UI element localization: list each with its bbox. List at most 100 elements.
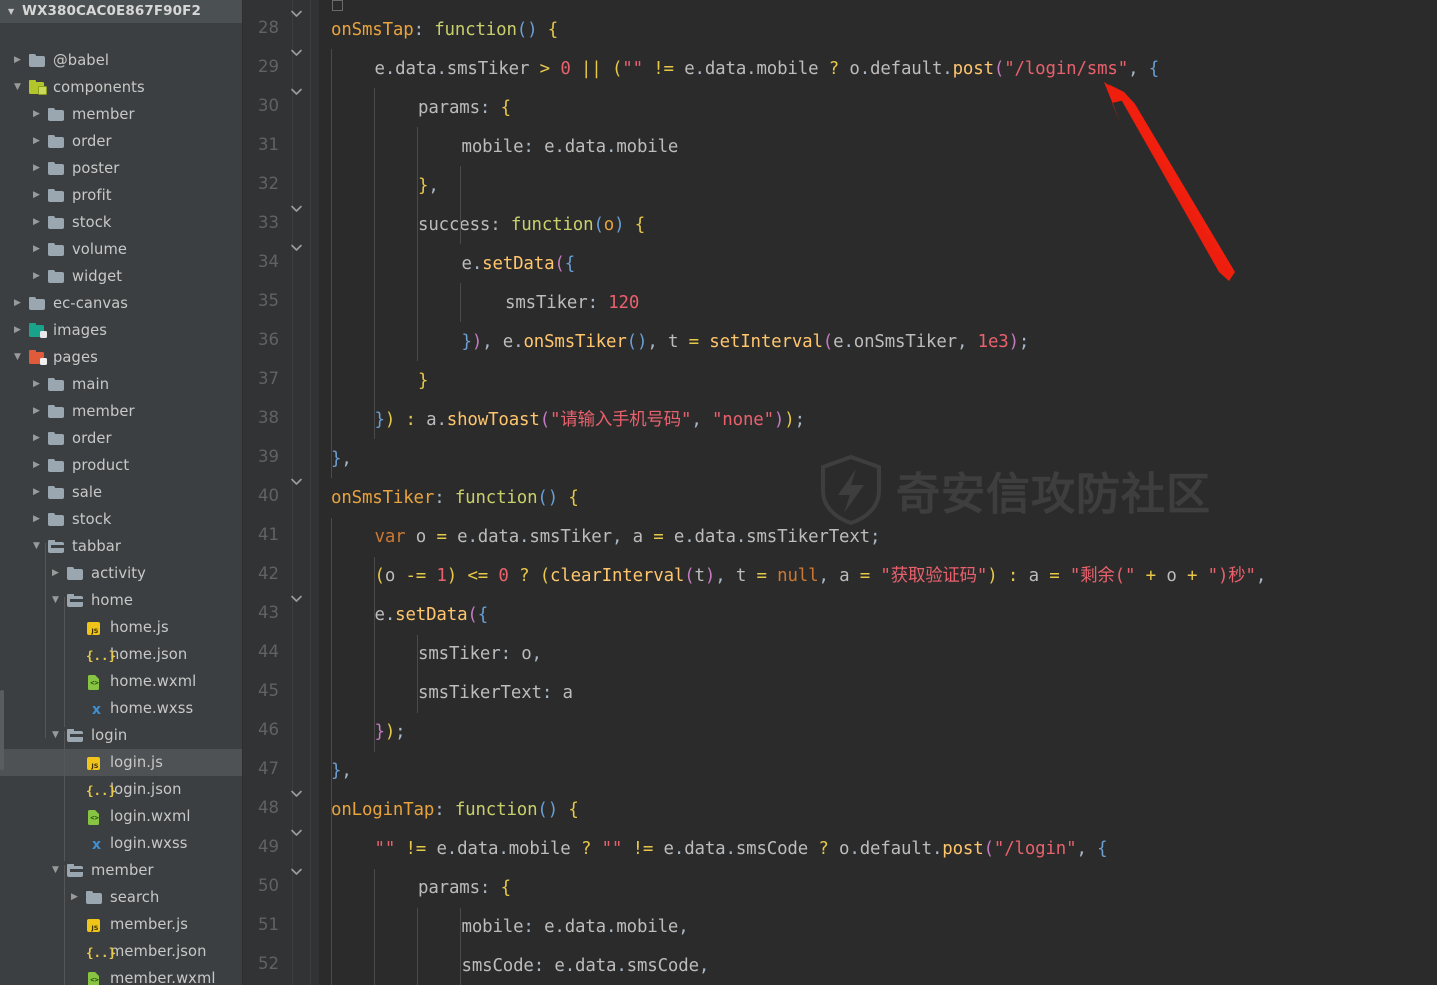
tree-item-volume[interactable]: ▶ volume: [0, 236, 243, 263]
code-line[interactable]: onLoginTap: function() {: [331, 791, 579, 830]
code-line[interactable]: },: [331, 752, 352, 791]
project-file-tree-panel[interactable]: ▼ WX380CAC0E867F90F2 ▶ @babel ▼ components ▶…: [0, 0, 243, 985]
tree-item-activity[interactable]: ▶ activity: [0, 560, 243, 587]
code-line[interactable]: var o = e.data.smsTiker, a = e.data.smsT…: [375, 518, 881, 557]
chevron-down-icon[interactable]: ▼: [49, 731, 62, 740]
chevron-right-icon[interactable]: ▶: [11, 299, 24, 308]
code-line[interactable]: smsTiker: o,: [418, 635, 542, 674]
chevron-right-icon[interactable]: ▶: [30, 461, 43, 470]
chevron-right-icon[interactable]: ▶: [30, 191, 43, 200]
tree-item-product[interactable]: ▶ product: [0, 452, 243, 479]
chevron-down-icon[interactable]: ▼: [49, 866, 62, 875]
project-root-header[interactable]: ▼ WX380CAC0E867F90F2: [0, 0, 243, 23]
tree-item-order[interactable]: ▶ order: [0, 425, 243, 452]
code-line[interactable]: },: [331, 440, 352, 479]
code-fold-toggle[interactable]: [289, 786, 305, 802]
tree-item-stock[interactable]: ▶ stock: [0, 209, 243, 236]
chevron-down-icon[interactable]: ▼: [49, 596, 62, 605]
chevron-down-icon[interactable]: ▼: [30, 542, 43, 551]
tree-item-pages[interactable]: ▼ pages: [0, 344, 243, 371]
tree-item-home-wxml[interactable]: ▶<>home.wxml: [0, 668, 243, 695]
tree-item-home-json[interactable]: ▶{..}home.json: [0, 641, 243, 668]
code-line[interactable]: params: {: [418, 89, 511, 128]
tree-item-login-wxss[interactable]: ▶xlogin.wxss: [0, 830, 243, 857]
chevron-right-icon[interactable]: ▶: [30, 488, 43, 497]
chevron-right-icon[interactable]: ▶: [30, 245, 43, 254]
code-fold-toggle[interactable]: [289, 864, 305, 880]
tree-item-components[interactable]: ▼ components: [0, 74, 243, 101]
code-line[interactable]: e.setData({: [462, 245, 576, 284]
tree-item-member-json[interactable]: ▶{..}member.json: [0, 938, 243, 965]
tree-item-home[interactable]: ▼ home: [0, 587, 243, 614]
chevron-right-icon[interactable]: ▶: [30, 110, 43, 119]
tree-item-login-js[interactable]: ▶JSlogin.js: [0, 749, 243, 776]
chevron-right-icon[interactable]: ▶: [11, 326, 24, 335]
code-line[interactable]: success: function(o) {: [418, 206, 645, 245]
tree-item-main[interactable]: ▶ main: [0, 371, 243, 398]
tree-item-member[interactable]: ▶ member: [0, 398, 243, 425]
code-fold-toggle[interactable]: [289, 6, 305, 22]
chevron-right-icon[interactable]: ▶: [30, 137, 43, 146]
tree-item-member-wxml[interactable]: ▶<>member.wxml: [0, 965, 243, 985]
chevron-down-icon[interactable]: ▼: [8, 0, 22, 23]
editor-gutter[interactable]: 28 29 30 31 32 33 34 35 36 37 38 39 40 41 42 43 44 45 46 47…: [243, 0, 319, 985]
code-line[interactable]: params: {: [418, 869, 511, 908]
chevron-right-icon[interactable]: ▶: [30, 272, 43, 281]
tree-item-home-wxss[interactable]: ▶xhome.wxss: [0, 695, 243, 722]
code-fold-toggle[interactable]: [289, 474, 305, 490]
tree-item-order[interactable]: ▶ order: [0, 128, 243, 155]
tree-item-sale[interactable]: ▶ sale: [0, 479, 243, 506]
tree-item-member-js[interactable]: ▶JSmember.js: [0, 911, 243, 938]
tree-item-login-wxml[interactable]: ▶<>login.wxml: [0, 803, 243, 830]
tree-item-search[interactable]: ▶ search: [0, 884, 243, 911]
code-fold-toggle[interactable]: [289, 240, 305, 256]
tree-item-profit[interactable]: ▶ profit: [0, 182, 243, 209]
chevron-down-icon[interactable]: ▼: [11, 83, 24, 92]
tree-item-stock[interactable]: ▶ stock: [0, 506, 243, 533]
code-line[interactable]: onSmsTiker: function() {: [331, 479, 579, 518]
code-fold-toggle[interactable]: [289, 201, 305, 217]
chevron-right-icon[interactable]: ▶: [68, 893, 81, 902]
code-line[interactable]: },: [418, 167, 439, 206]
chevron-right-icon[interactable]: ▶: [30, 164, 43, 173]
tree-item-poster[interactable]: ▶ poster: [0, 155, 243, 182]
code-editor-pane[interactable]: 奇安信攻防社区 onSmsTap: function() {e.data.sms…: [319, 0, 1437, 985]
tree-item-login-json[interactable]: ▶{..}login.json: [0, 776, 243, 803]
tree-item-images[interactable]: ▶ images: [0, 317, 243, 344]
chevron-right-icon[interactable]: ▶: [30, 515, 43, 524]
code-line[interactable]: e.data.smsTiker > 0 || ("" != e.data.mob…: [375, 50, 1160, 89]
code-fold-toggle[interactable]: [289, 45, 305, 61]
code-line[interactable]: smsCode: e.data.smsCode,: [462, 947, 710, 985]
code-line[interactable]: }), e.onSmsTiker(), t = setInterval(e.on…: [462, 323, 1030, 362]
chevron-right-icon[interactable]: ▶: [30, 434, 43, 443]
sidebar-scrollbar-thumb[interactable]: [0, 690, 4, 770]
chevron-right-icon[interactable]: ▶: [49, 569, 62, 578]
fold-marker-box[interactable]: [332, 0, 343, 11]
code-line[interactable]: smsTiker: 120: [505, 284, 639, 323]
code-line[interactable]: }) : a.showToast("请输入手机号码", "none"));: [375, 401, 806, 440]
tree-item-member[interactable]: ▼ member: [0, 857, 243, 884]
tree-item-home-js[interactable]: ▶JShome.js: [0, 614, 243, 641]
tree-item-ec-canvas[interactable]: ▶ ec-canvas: [0, 290, 243, 317]
code-line[interactable]: mobile: e.data.mobile: [462, 128, 679, 167]
chevron-right-icon[interactable]: ▶: [30, 380, 43, 389]
tree-item-widget[interactable]: ▶ widget: [0, 263, 243, 290]
code-line[interactable]: smsTikerText: a: [418, 674, 573, 713]
tree-item--babel[interactable]: ▶ @babel: [0, 47, 243, 74]
chevron-right-icon[interactable]: ▶: [11, 56, 24, 65]
code-fold-toggle[interactable]: [289, 825, 305, 841]
code-line[interactable]: e.setData({: [375, 596, 489, 635]
tree-item-login[interactable]: ▼ login: [0, 722, 243, 749]
code-line[interactable]: (o -= 1) <= 0 ? (clearInterval(t), t = n…: [375, 557, 1267, 596]
chevron-right-icon[interactable]: ▶: [30, 218, 43, 227]
code-line[interactable]: "" != e.data.mobile ? "" != e.data.smsCo…: [375, 830, 1108, 869]
chevron-down-icon[interactable]: ▼: [11, 353, 24, 362]
tree-item-tabbar[interactable]: ▼ tabbar: [0, 533, 243, 560]
code-line[interactable]: });: [375, 713, 406, 752]
tree-item-member[interactable]: ▶ member: [0, 101, 243, 128]
code-fold-toggle[interactable]: [289, 591, 305, 607]
code-line[interactable]: onSmsTap: function() {: [331, 11, 558, 50]
code-line[interactable]: }: [418, 362, 428, 401]
code-fold-toggle[interactable]: [289, 84, 305, 100]
code-line[interactable]: mobile: e.data.mobile,: [462, 908, 689, 947]
